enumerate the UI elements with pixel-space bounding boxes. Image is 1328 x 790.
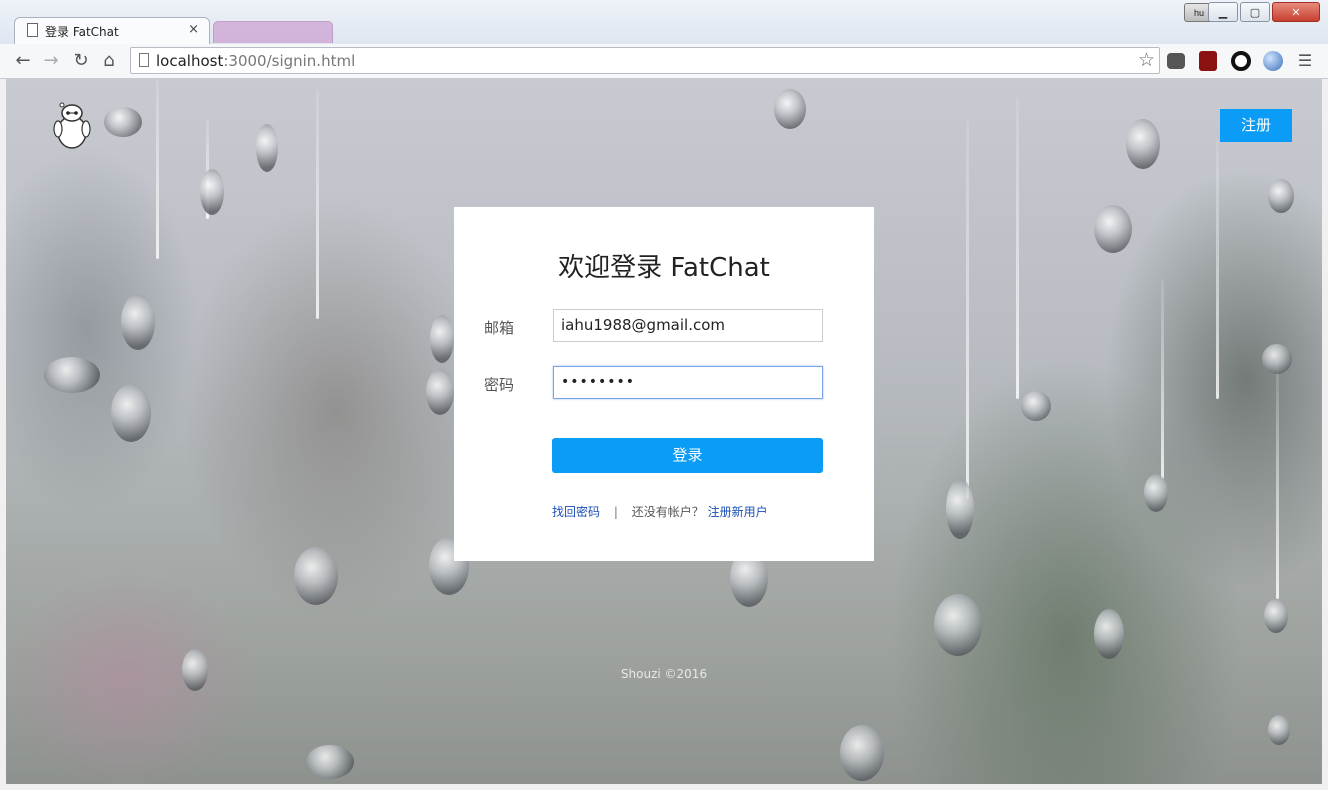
url-text: localhost:3000/signin.html	[156, 52, 356, 70]
link-separator: |	[613, 505, 618, 519]
register-button[interactable]: 注册	[1220, 109, 1292, 142]
password-label: 密码	[484, 376, 515, 394]
page-title: 欢迎登录 FatChat	[558, 253, 770, 283]
browser-tab-active[interactable]: 登录 FatChat ×	[14, 17, 210, 44]
no-account-text: 还没有帐户？	[631, 505, 704, 519]
page-favicon-icon	[27, 23, 38, 37]
forward-arrow-icon[interactable]: →	[40, 50, 62, 72]
browser-toolbar: ← → ↻ ⌂ localhost:3000/signin.html ☆ ☰	[0, 44, 1328, 79]
fatchat-logo-icon[interactable]	[50, 101, 94, 151]
page-viewport: 注册 欢迎登录 FatChat 邮箱 iahu1988@gmail.com 密码…	[6, 79, 1322, 784]
globe-icon[interactable]	[1263, 51, 1283, 71]
pocket-icon[interactable]	[1167, 53, 1185, 69]
close-window-button[interactable]: ✕	[1272, 2, 1320, 22]
login-card: 欢迎登录 FatChat 邮箱 iahu1988@gmail.com 密码 ••…	[454, 207, 874, 561]
tab-close-icon[interactable]: ×	[188, 22, 199, 37]
email-field[interactable]: iahu1988@gmail.com	[553, 309, 823, 342]
forgot-password-link[interactable]: 找回密码	[552, 505, 600, 519]
window-controls: ▁ ▢ ✕	[1208, 2, 1320, 22]
login-button[interactable]: 登录	[552, 438, 823, 473]
back-arrow-icon[interactable]: ←	[12, 50, 34, 72]
home-icon[interactable]: ⌂	[98, 50, 120, 72]
footer-copyright: Shouzi ©2016	[620, 667, 708, 681]
password-field[interactable]: ••••••••	[553, 366, 823, 399]
browser-titlebar: 登录 FatChat × hu ▁ ▢ ✕	[0, 0, 1328, 45]
new-tab-button[interactable]	[213, 21, 333, 43]
auth-links: 找回密码 | 还没有帐户？ 注册新用户	[552, 503, 768, 520]
reload-icon[interactable]: ↻	[70, 50, 92, 72]
circle-extension-icon[interactable]	[1231, 51, 1251, 71]
minimize-button[interactable]: ▁	[1208, 2, 1238, 22]
page-icon	[139, 53, 149, 67]
tab-title: 登录 FatChat	[45, 25, 119, 39]
address-bar[interactable]: localhost:3000/signin.html ☆	[130, 47, 1160, 74]
register-new-user-link[interactable]: 注册新用户	[708, 505, 768, 519]
menu-icon[interactable]: ☰	[1294, 50, 1316, 72]
maximize-button[interactable]: ▢	[1240, 2, 1270, 22]
bookmark-star-icon[interactable]: ☆	[1138, 49, 1155, 71]
ublock-shield-icon[interactable]	[1199, 51, 1217, 71]
email-label: 邮箱	[484, 319, 515, 337]
